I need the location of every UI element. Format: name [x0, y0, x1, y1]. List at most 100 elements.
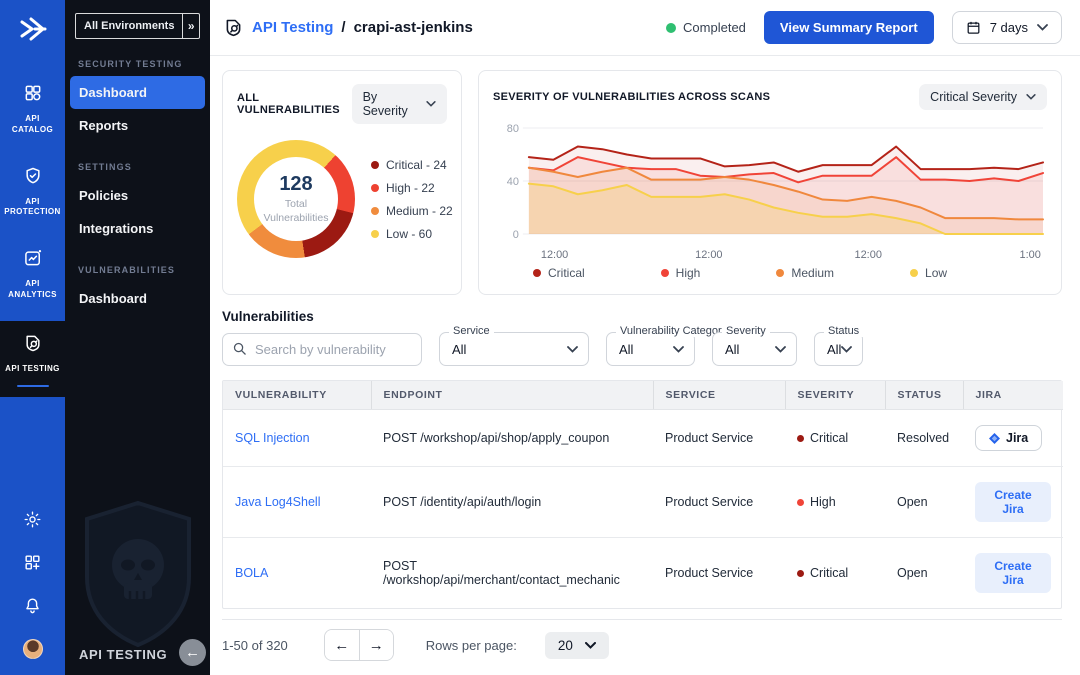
rail-item-api-protection[interactable]: API PROTECTION	[0, 156, 65, 229]
severity-badge: High	[797, 495, 873, 509]
status-cell: Resolved	[885, 409, 963, 467]
chevron-down-icon	[426, 101, 436, 107]
table-row[interactable]: SQL Injection POST /workshop/api/shop/ap…	[223, 409, 1063, 467]
total-vulnerabilities-label: Total Vulnerabilities	[263, 198, 329, 224]
legend-dot-icon	[371, 229, 379, 238]
rail-item-api-catalog[interactable]: API CATALOG	[0, 73, 65, 146]
chevron-down-icon	[1026, 94, 1036, 100]
donut-chart-area: 128 Total Vulnerabilities Critical - 24 H…	[237, 140, 453, 258]
table-row[interactable]: BOLA POST /workshop/api/merchant/contact…	[223, 538, 1063, 609]
filter-label: Status	[824, 325, 864, 337]
table-row[interactable]: Java Log4Shell POST /identity/api/auth/l…	[223, 466, 1063, 538]
api-catalog-icon	[23, 83, 43, 108]
table-header-row: VULNERABILITY ENDPOINT SERVICE SEVERITY STAT…	[223, 381, 1063, 410]
chevron-down-icon	[775, 345, 786, 353]
breadcrumb-page-title: crapi-ast-jenkins	[353, 19, 473, 36]
date-range-label: 7 days	[989, 20, 1028, 35]
svg-text:12:00: 12:00	[541, 249, 568, 261]
shield-bug-icon	[23, 333, 43, 358]
pagination-arrows: ← →	[323, 629, 394, 661]
line-legend-item: High	[660, 266, 700, 280]
vulnerability-search	[222, 332, 422, 366]
donut-legend-item: Medium - 22	[371, 204, 453, 218]
sidebar-item-dashboard[interactable]: Dashboard	[65, 282, 210, 315]
next-page-button[interactable]: →	[358, 630, 393, 660]
environment-selector-label: All Environments	[84, 20, 175, 32]
svg-text:12:00: 12:00	[695, 249, 722, 261]
rows-per-page-value: 20	[557, 637, 573, 653]
severity-dot-icon	[797, 569, 804, 577]
breadcrumb-separator: /	[341, 19, 346, 36]
chevron-down-icon	[1037, 24, 1048, 31]
vulnerability-link[interactable]: SQL Injection	[235, 431, 310, 445]
by-severity-dropdown[interactable]: By Severity	[351, 84, 447, 124]
collapse-sidebar-button[interactable]: ←	[179, 639, 206, 666]
status-cell: Open	[885, 466, 963, 538]
sidebar-footer-label: API TESTING	[79, 647, 168, 662]
legend-dot-icon	[910, 269, 919, 277]
donut-legend-item: Low - 60	[371, 227, 453, 241]
rail-item-api-analytics[interactable]: API ANALYTICS	[0, 238, 65, 311]
rows-per-page-label: Rows per page:	[425, 637, 517, 653]
severity-dot-icon	[797, 434, 804, 442]
active-rail-underline	[16, 384, 49, 387]
column-header-vulnerability: VULNERABILITY	[223, 381, 372, 410]
search-input[interactable]	[222, 332, 422, 366]
card-title: SEVERITY OF VULNERABILITIES ACROSS SCANS	[493, 91, 771, 103]
rail-item-api-testing[interactable]: API TESTING	[0, 320, 65, 397]
expand-panel-icon[interactable]: »	[182, 14, 199, 38]
sidebar-item-policies[interactable]: Policies	[65, 179, 210, 212]
filter-value: All	[827, 341, 842, 357]
sidebar-item-dashboard[interactable]: Dashboard	[70, 76, 205, 109]
settings-gear-icon[interactable]	[23, 510, 42, 529]
rail-item-label: API ANALYTICS	[8, 279, 57, 299]
line-legend-item: Low	[910, 266, 947, 280]
brand-logo[interactable]	[18, 16, 48, 47]
create-jira-button[interactable]: Create Jira	[975, 553, 1051, 593]
summary-cards-row: ALL VULNERABILITIES By Severity 128 Tota…	[222, 70, 1062, 295]
sidebar: All Environments » SECURITY TESTING Dashb…	[65, 0, 210, 675]
breadcrumb-section-link[interactable]: API Testing	[252, 19, 333, 36]
chevron-down-icon	[841, 345, 853, 353]
svg-text:12:00: 12:00	[855, 249, 882, 261]
user-avatar[interactable]	[22, 639, 43, 659]
app-root: API CATALOG API PROTECTION API ANALYTICS…	[0, 0, 1080, 675]
service-cell: Product Service	[653, 409, 785, 467]
status-cell: Open	[897, 566, 928, 580]
svg-text:0: 0	[513, 229, 519, 241]
rows-per-page-selector[interactable]: 20	[544, 631, 609, 659]
legend-dot-icon	[660, 269, 669, 277]
view-summary-report-button[interactable]: View Summary Report	[763, 11, 934, 44]
filter-select-severity[interactable]: Severity All	[712, 325, 797, 366]
filter-label: Severity	[722, 325, 770, 337]
svg-text:80: 80	[507, 123, 519, 135]
service-cell: Product Service	[665, 566, 754, 580]
header-actions: Completed View Summary Report 7 days	[666, 11, 1062, 44]
legend-dot-icon	[371, 160, 379, 169]
filter-value: All	[619, 341, 634, 357]
date-range-selector[interactable]: 7 days	[951, 11, 1062, 44]
previous-page-button[interactable]: ←	[324, 630, 359, 660]
calendar-icon	[967, 21, 980, 34]
filter-select-status[interactable]: Status All	[814, 325, 864, 366]
create-jira-button[interactable]: Create Jira	[975, 482, 1051, 522]
dropdown-value: Critical Severity	[930, 90, 1017, 104]
rail-bottom-actions	[22, 510, 43, 675]
chevron-down-icon	[567, 345, 578, 353]
jira-ticket-button[interactable]: Jira	[975, 425, 1043, 451]
add-module-icon[interactable]	[23, 553, 42, 572]
sidebar-item-reports[interactable]: Reports	[65, 109, 210, 142]
donut-legend-item: High - 22	[371, 181, 453, 195]
environment-selector[interactable]: All Environments »	[75, 13, 200, 39]
vulnerability-link[interactable]: Java Log4Shell	[235, 495, 320, 509]
vulnerability-link[interactable]: BOLA	[235, 566, 268, 580]
sidebar-item-integrations[interactable]: Integrations	[65, 212, 210, 245]
column-header-endpoint: ENDPOINT	[371, 381, 654, 410]
pagination-range: 1-50 of 320	[222, 637, 288, 653]
filter-select-service[interactable]: Service All	[439, 325, 589, 366]
filter-select-vulnerability-category[interactable]: Vulnerability Category All	[606, 325, 732, 366]
severity-filter-dropdown[interactable]: Critical Severity	[919, 84, 1047, 110]
filter-row: Service All Vulnerability Category All S…	[222, 325, 1062, 366]
notifications-bell-icon[interactable]	[23, 596, 42, 615]
line-legend-item: Medium	[776, 266, 834, 280]
